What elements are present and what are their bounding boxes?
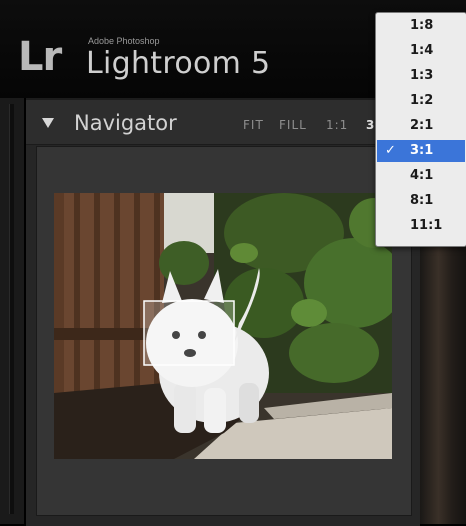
left-panel-rail[interactable]	[0, 98, 25, 524]
zoom-fit-button[interactable]: FIT	[243, 118, 264, 132]
checkmark-icon: ✓	[385, 143, 396, 158]
navigator-frame	[36, 146, 412, 516]
menu-item-4-1[interactable]: 4:1	[377, 165, 465, 187]
lightroom-logo: Lr	[18, 34, 62, 80]
app-title: Lightroom 5	[86, 46, 271, 81]
zoom-ratio-menu[interactable]: 1:8 1:4 1:3 1:2 2:1 ✓ 3:1 4:1 8:1 11:1	[375, 12, 466, 247]
navigator-panel: Navigator FIT FILL 1:1 3:1	[26, 98, 420, 526]
dog-photo	[54, 193, 392, 459]
menu-item-1-4[interactable]: 1:4	[377, 40, 465, 62]
menu-item-8-1[interactable]: 8:1	[377, 190, 465, 212]
menu-item-3-1[interactable]: ✓ 3:1	[377, 140, 465, 162]
collapse-triangle-icon[interactable]	[42, 118, 54, 128]
photo-preview[interactable]	[54, 193, 392, 459]
brand-subtitle: Adobe Photoshop	[88, 36, 160, 46]
menu-item-1-8[interactable]: 1:8	[377, 15, 465, 37]
zoom-fill-button[interactable]: FILL	[279, 118, 307, 132]
menu-item-1-3[interactable]: 1:3	[377, 65, 465, 87]
menu-item-11-1[interactable]: 11:1	[377, 215, 465, 237]
menu-item-1-2[interactable]: 1:2	[377, 90, 465, 112]
zoom-view-rectangle	[143, 300, 235, 366]
zoom-1to1-button[interactable]: 1:1	[326, 118, 348, 132]
navigator-title: Navigator	[74, 111, 177, 135]
navigator-header[interactable]: Navigator FIT FILL 1:1 3:1	[26, 100, 420, 145]
rail-groove	[9, 104, 14, 514]
menu-item-2-1[interactable]: 2:1	[377, 115, 465, 137]
